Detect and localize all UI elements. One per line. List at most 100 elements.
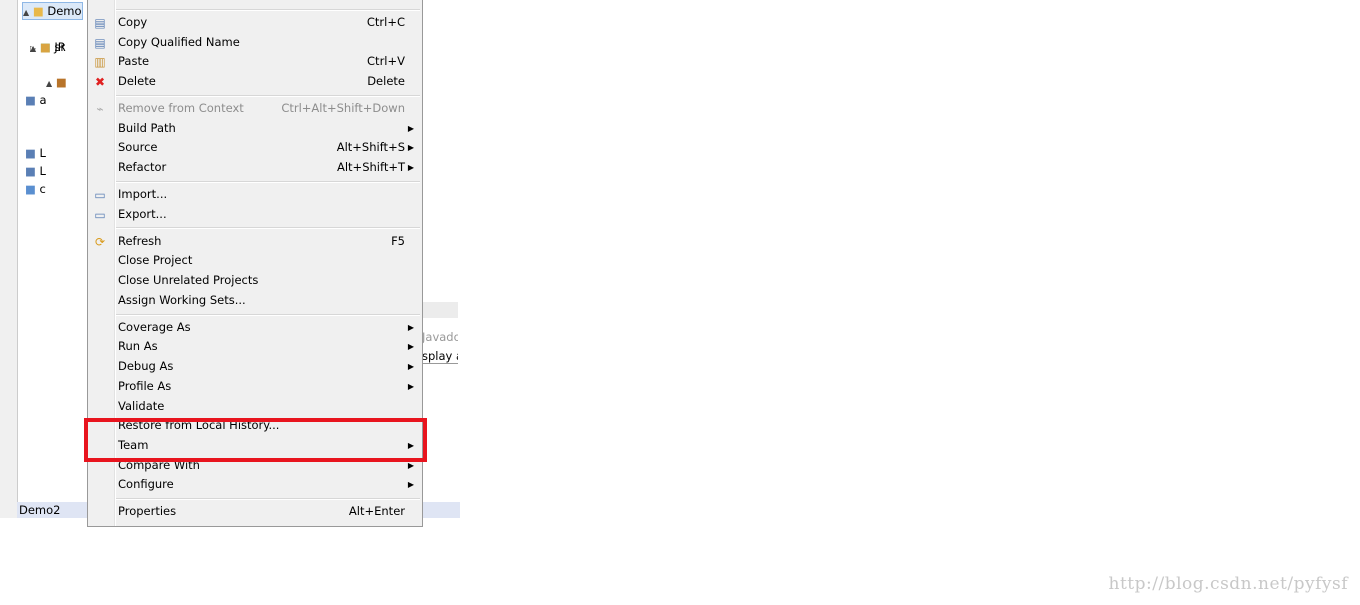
menu-item-label: Paste (118, 54, 150, 69)
menu-item-shortcut: Ctrl+V (367, 54, 405, 69)
tree-item[interactable]: ▲ ■ (46, 74, 67, 90)
file-icon: ■ (25, 164, 36, 178)
tree-item-label: c (39, 182, 46, 196)
submenu-arrow-icon: ▶ (407, 342, 414, 352)
menu-item-label: Close Project (118, 253, 193, 268)
menu-item-delete[interactable]: ✖ Delete Delete (88, 72, 422, 92)
menu-item-label: Delete (118, 74, 156, 89)
menu-item-label: Remove from Context (118, 101, 244, 116)
menu-item-shortcut: Alt+Shift+S (336, 140, 405, 155)
paste-icon: ▥ (94, 55, 106, 70)
right-pane: Javadoc splay a (422, 302, 458, 502)
menu-item-label: Run As (118, 339, 158, 354)
copy-qualified-icon: ▤ (94, 35, 106, 50)
submenu-arrow-icon: ▶ (407, 123, 414, 133)
menu-item-label: Configure (118, 477, 174, 492)
right-pane-text: splay a (422, 349, 458, 364)
copy-icon: ▤ (94, 15, 106, 30)
folder-icon: ■ (25, 182, 36, 196)
menu-item-label: Copy (118, 14, 148, 29)
highlight-box (84, 418, 427, 462)
tree-item[interactable]: ■ L (25, 145, 46, 161)
submenu-arrow-icon: ▶ (407, 480, 414, 490)
tree-item[interactable]: ■ a (25, 92, 47, 108)
submenu-arrow-icon: ▶ (407, 381, 414, 391)
menu-item-debug-as[interactable]: Debug As ▶ (88, 357, 422, 377)
menu-item-copy[interactable]: ▤ Copy Ctrl+C (88, 13, 422, 33)
package-icon: ■ (55, 75, 67, 89)
menu-item-label: Assign Working Sets... (118, 292, 246, 307)
menu-item-paste[interactable]: ▥ Paste Ctrl+V (88, 52, 422, 72)
menu-item-label: Import... (118, 187, 168, 202)
export-icon: ▭ (94, 207, 106, 222)
menu-item-export[interactable]: ▭ Export... (88, 205, 422, 225)
menu-item-label: Debug As (118, 359, 174, 374)
javadoc-tab[interactable]: Javadoc (422, 330, 458, 344)
delete-icon: ✖ (94, 75, 106, 90)
tree-item[interactable]: ▲ ■ sr (30, 39, 65, 55)
menu-item-label: Copy Qualified Name (118, 34, 240, 49)
menu-item-label: Refresh (118, 233, 162, 248)
menu-item-shortcut: Alt+Shift+T (336, 160, 405, 175)
expanded-arrow-icon[interactable]: ▲ (30, 44, 36, 53)
menu-item-label: Build Path (118, 120, 176, 135)
tree-item-label: sr (54, 40, 66, 54)
package-explorer-tree: ▲ ■ Demo ▷ ■ JR ▲ ■ sr ▲ ■ ■ a ■ L ■ L ■ c (18, 0, 88, 502)
menu-item-shortcut: F5 (391, 233, 405, 248)
menu-item-properties[interactable]: Properties Alt+Enter (88, 502, 422, 522)
file-icon: ■ (25, 146, 36, 160)
menu-item-profile-as[interactable]: Profile As ▶ (88, 377, 422, 397)
menu-item-close-project[interactable]: Close Project (88, 251, 422, 271)
menu-item-run-as[interactable]: Run As ▶ (88, 337, 422, 357)
menu-item-remove-from-context: ⌁ Remove from Context Ctrl+Alt+Shift+Down (88, 99, 422, 119)
left-strip (0, 0, 18, 518)
import-icon: ▭ (94, 188, 106, 203)
menu-item-copy-qualified-name[interactable]: ▤ Copy Qualified Name (88, 33, 422, 53)
tree-item-label: L (39, 164, 46, 178)
menu-item-import[interactable]: ▭ Import... (88, 185, 422, 205)
menu-item-shortcut: Ctrl+Alt+Shift+Down (281, 101, 405, 116)
menu-separator (88, 178, 422, 185)
tree-item-label: a (39, 93, 47, 107)
watermark: http://blog.csdn.net/pyfysf (1108, 574, 1348, 594)
menu-item-close-unrelated-projects[interactable]: Close Unrelated Projects (88, 271, 422, 291)
menu-item-validate[interactable]: Validate (88, 397, 422, 417)
submenu-arrow-icon: ▶ (407, 143, 414, 153)
menu-item-label: Profile As (118, 378, 172, 393)
right-pane-toolbar (422, 302, 458, 318)
tree-item-label: Demo (47, 4, 82, 18)
menu-item-assign-working-sets[interactable]: Assign Working Sets... (88, 291, 422, 311)
menu-item-shortcut: Delete (367, 74, 405, 89)
tree-item[interactable]: ■ L (25, 163, 46, 179)
menu-item-label: Properties (118, 504, 177, 519)
source-folder-icon: ■ (39, 40, 51, 54)
expanded-arrow-icon[interactable]: ▲ (46, 79, 52, 88)
expanded-arrow-icon[interactable]: ▲ (23, 8, 29, 17)
submenu-arrow-icon: ▶ (407, 362, 414, 372)
menu-separator (88, 6, 422, 13)
menu-separator (88, 311, 422, 318)
remove-context-icon: ⌁ (96, 102, 104, 117)
menu-separator (88, 495, 422, 502)
menu-item-label: Close Unrelated Projects (118, 273, 259, 288)
menu-item-build-path[interactable]: Build Path ▶ (88, 119, 422, 139)
tree-item[interactable]: ■ c (25, 181, 46, 197)
menu-separator (88, 224, 422, 231)
menu-item-refactor[interactable]: Refactor Alt+Shift+T ▶ (88, 158, 422, 178)
menu-separator (88, 92, 422, 99)
menu-item-refresh[interactable]: ⟳ Refresh F5 (88, 232, 422, 252)
menu-item-shortcut: Ctrl+C (366, 14, 405, 29)
menu-item-label: Export... (118, 206, 167, 221)
menu-item-configure[interactable]: Configure ▶ (88, 475, 422, 495)
project-folder-icon: ■ (32, 4, 44, 18)
tree-item[interactable]: ▲ ■ Demo (22, 2, 83, 20)
menu-item-shortcut: Alt+Enter (348, 504, 405, 519)
file-icon: ■ (25, 93, 36, 107)
menu-item-label: Refactor (118, 160, 167, 175)
menu-item-coverage-as[interactable]: Coverage As ▶ (88, 318, 422, 338)
menu-item-source[interactable]: Source Alt+Shift+S ▶ (88, 138, 422, 158)
menu-item-label: Source (118, 140, 158, 155)
tree-item-label: L (39, 146, 46, 160)
submenu-arrow-icon: ▶ (407, 322, 414, 332)
refresh-icon: ⟳ (94, 234, 106, 249)
